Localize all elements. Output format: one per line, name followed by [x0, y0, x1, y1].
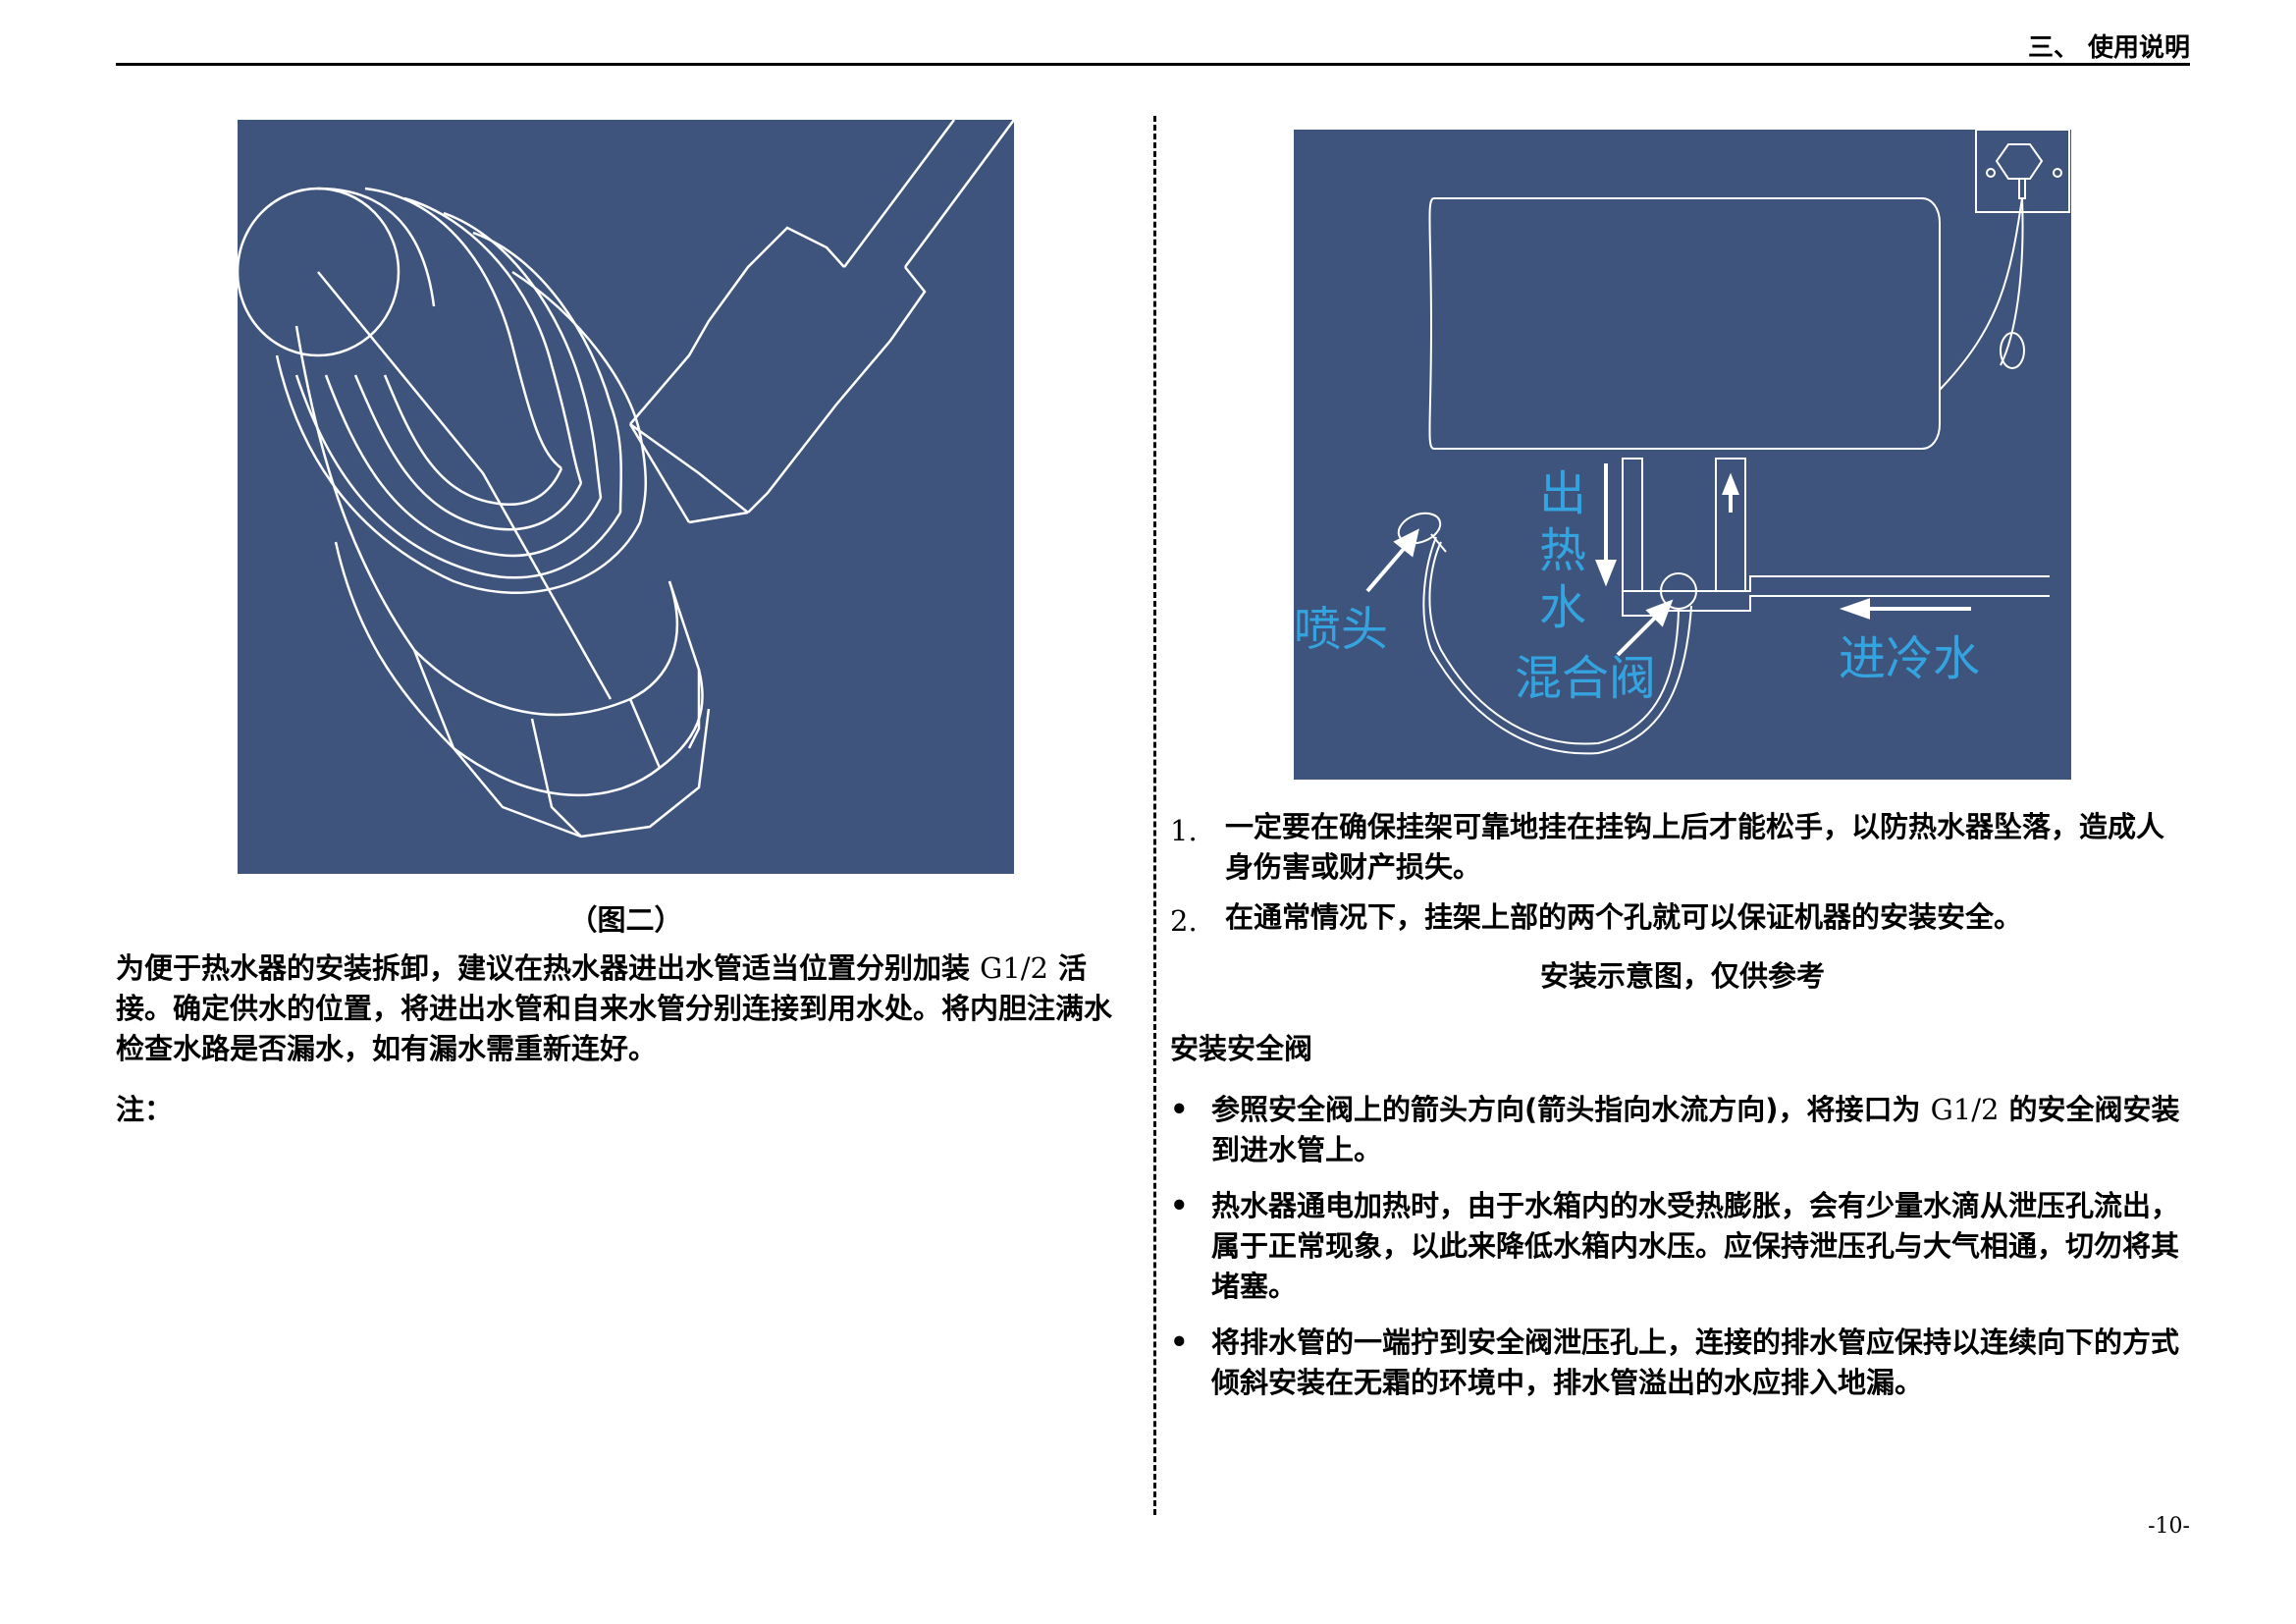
list-text-spec: G1/2	[1930, 1093, 2000, 1126]
fitting-illustration	[236, 119, 1016, 874]
list-text: 一定要在确保挂架可靠地挂在挂钩上后才能松手，以防热水器坠落，造成人身伤害或财产损…	[1225, 810, 2165, 884]
section-title: 安装安全阀	[1170, 1032, 1313, 1065]
install-paragraph-text-a: 为便于热水器的安装拆卸，建议在热水器进出水管适当位置分别加装	[116, 951, 981, 985]
column-divider	[1153, 116, 1156, 1515]
diagram-reference-note: 安装示意图，仅供参考	[1539, 959, 1825, 993]
list-item: 1. 一定要在确保挂架可靠地挂在挂钩上后才能松手，以防热水器坠落，造成人身伤害或…	[1170, 807, 2191, 888]
figure-caption: （图二）	[568, 903, 683, 937]
list-number: 2.	[1170, 904, 1198, 938]
list-text-a: 参照安全阀上的箭头方向(箭头指向水流方向)，将接口为	[1211, 1093, 1931, 1126]
list-text: 将排水管的一端拧到安全阀泄压孔上，连接的排水管应保持以连续向下的方式倾斜安装在无…	[1211, 1326, 2180, 1399]
install-paragraph-spec: G1/2	[980, 951, 1048, 985]
note-label: 注：	[116, 1093, 174, 1126]
list-item: 2. 在通常情况下，挂架上部的两个孔就可以保证机器的安装安全。	[1170, 897, 2191, 942]
list-text: 在通常情况下，挂架上部的两个孔就可以保证机器的安装安全。	[1225, 900, 2023, 934]
list-number: 1.	[1170, 814, 1198, 847]
bullet-icon: •	[1170, 1093, 1189, 1126]
label-nozzle: 喷头	[1294, 602, 1389, 657]
label-out-hot: 出热水	[1539, 466, 1587, 635]
list-item: • 参照安全阀上的箭头方向(箭头指向水流方向)，将接口为 G1/2 的安全阀安装…	[1170, 1090, 2191, 1170]
safety-valve-list: • 参照安全阀上的箭头方向(箭头指向水流方向)，将接口为 G1/2 的安全阀安装…	[1170, 1090, 2191, 1419]
label-cold-in: 进冷水	[1839, 631, 1981, 686]
list-text: 参照安全阀上的箭头方向(箭头指向水流方向)，将接口为 G1/2 的安全阀安装到进…	[1211, 1090, 2191, 1170]
header-rule	[116, 63, 2190, 66]
list-text: 热水器通电加热时，由于水箱内的水受热膨胀，会有少量水滴从泄压孔流出，属于正常现象…	[1211, 1189, 2180, 1303]
list-item: • 热水器通电加热时，由于水箱内的水受热膨胀，会有少量水滴从泄压孔流出，属于正常…	[1170, 1186, 2191, 1307]
bullet-icon: •	[1170, 1189, 1189, 1222]
list-item: • 将排水管的一端拧到安全阀泄压孔上，连接的排水管应保持以连续向下的方式倾斜安装…	[1170, 1323, 2191, 1403]
header-title: 三、 使用说明	[2027, 33, 2190, 63]
installation-diagram: 出热水 喷头 混合阀 进冷水	[1294, 130, 2071, 780]
fitting-line-drawing	[236, 119, 1016, 839]
install-paragraph: 为便于热水器的安装拆卸，建议在热水器进出水管适当位置分别加装 G1/2 活接。确…	[116, 948, 1129, 1069]
page-number: -10-	[2148, 1514, 2190, 1539]
label-mixing-valve: 混合阀	[1515, 651, 1657, 706]
bullet-icon: •	[1170, 1326, 1189, 1359]
mounting-notes-list: 1. 一定要在确保挂架可靠地挂在挂钩上后才能松手，以防热水器坠落，造成人身伤害或…	[1170, 807, 2191, 951]
